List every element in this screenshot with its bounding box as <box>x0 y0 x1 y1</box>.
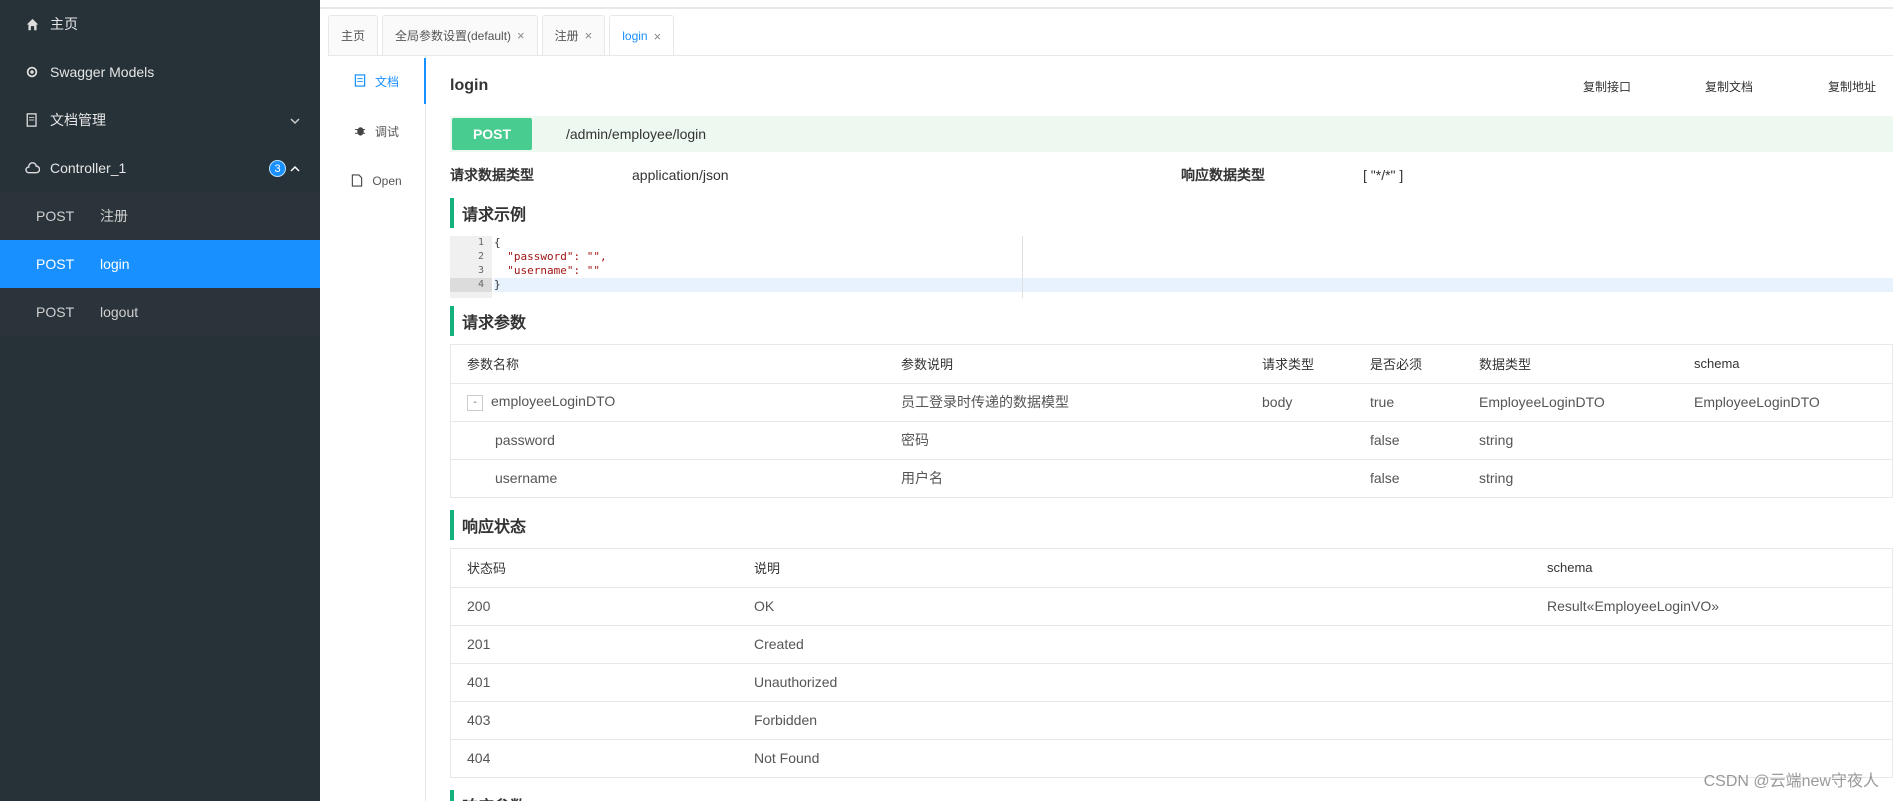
controller-api-list: POST 注册 POST login POST logout <box>0 192 320 336</box>
table-row: 201 Created <box>451 625 1892 664</box>
close-icon[interactable]: × <box>517 28 525 43</box>
method-path-bar: POST /admin/employee/login <box>450 116 1893 152</box>
copy-doc-button[interactable]: 复制文档 <box>1705 78 1753 95</box>
method-badge: POST <box>452 118 532 150</box>
api-name: logout <box>100 304 139 320</box>
sidebar-api-register[interactable]: POST 注册 <box>0 192 320 240</box>
home-icon <box>24 16 40 32</box>
close-icon[interactable]: × <box>654 29 662 44</box>
api-path: /admin/employee/login <box>566 126 707 142</box>
api-method: POST <box>36 304 75 320</box>
response-type-label: 响应数据类型 <box>1181 167 1265 183</box>
subnav-debug[interactable]: 调试 <box>328 106 425 156</box>
copy-address-button[interactable]: 复制地址 <box>1828 78 1876 95</box>
api-title: login <box>450 77 489 94</box>
sidebar-item-swagger-models[interactable]: Swagger Models <box>0 48 320 96</box>
sidebar-item-docs[interactable]: 文档管理 <box>0 96 320 144</box>
tab-login[interactable]: login × <box>609 15 675 56</box>
table-row: 403 Forbidden <box>451 701 1892 740</box>
code-line: "username": "" <box>494 264 600 277</box>
sidebar-item-label: Swagger Models <box>50 64 155 80</box>
tab-global-params[interactable]: 全局参数设置(default) × <box>382 15 538 55</box>
request-type-value: application/json <box>632 167 729 183</box>
sidebar-item-label: Controller_1 <box>50 160 127 176</box>
tab-home[interactable]: 主页 <box>328 15 379 55</box>
subnav-open[interactable]: Open <box>328 156 425 206</box>
table-row: 200 OK Result«EmployeeLoginVO» <box>451 587 1892 626</box>
api-doc-content: login 复制接口 复制文档 复制地址 POST /admin/employe… <box>450 56 1893 801</box>
api-name: 注册 <box>100 208 128 224</box>
request-type-label: 请求数据类型 <box>450 167 534 183</box>
chevron-up-icon <box>290 161 300 177</box>
table-row: 401 Unauthorized <box>451 663 1892 702</box>
watermark: CSDN @云端new守夜人 <box>1703 773 1879 790</box>
section-request-params: 请求参数 <box>450 306 1893 336</box>
document-icon <box>354 74 368 88</box>
sidebar-item-controller[interactable]: Controller_1 3 <box>0 144 320 192</box>
sidebar: 主页 Swagger Models 文档管理 Controller_1 3 PO… <box>0 0 320 801</box>
copy-api-button[interactable]: 复制接口 <box>1583 78 1631 95</box>
sidebar-item-label: 主页 <box>50 16 78 32</box>
gear-icon <box>24 64 40 80</box>
response-status-table: 状态码 说明 schema 200 OK Result«EmployeeLogi… <box>450 548 1893 778</box>
request-example-code[interactable]: 1 2 3 4 { "password": "", "username": ""… <box>450 236 1893 298</box>
cloud-icon <box>24 160 40 176</box>
table-row: username 用户名 false string <box>495 470 1514 487</box>
table-row: - employeeLoginDTO 员工登录时传递的数据模型 body true… <box>451 383 1892 422</box>
code-line: } <box>494 278 1893 292</box>
main-area: 主页 全局参数设置(default) × 注册 × login × 文档 调试 <box>320 0 1893 801</box>
sidebar-item-label: 文档管理 <box>50 112 106 128</box>
chevron-down-icon <box>290 113 300 129</box>
sidebar-item-home[interactable]: 主页 <box>0 0 320 48</box>
tab-register[interactable]: 注册 × <box>541 15 606 55</box>
code-line: { <box>494 236 501 249</box>
sidebar-api-logout[interactable]: POST logout <box>0 288 320 336</box>
tab-bar: 主页 全局参数设置(default) × 注册 × login × <box>328 15 678 56</box>
table-row: 404 Not Found <box>467 750 820 767</box>
close-icon[interactable]: × <box>585 28 593 43</box>
table-row: password 密码 false string <box>451 421 1892 460</box>
response-type-value: [ "*/*" ] <box>1363 167 1404 183</box>
count-badge: 3 <box>269 160 286 177</box>
sidebar-api-login[interactable]: POST login <box>0 240 320 288</box>
api-method: POST <box>36 256 75 272</box>
document-icon <box>24 112 40 128</box>
section-request-example: 请求示例 <box>450 198 1893 228</box>
api-name: login <box>100 256 130 272</box>
subnav-doc[interactable]: 文档 <box>328 56 426 106</box>
collapse-icon[interactable]: - <box>467 394 483 411</box>
file-icon <box>351 174 365 188</box>
bug-icon <box>354 124 368 138</box>
doc-subnav: 文档 调试 Open <box>328 56 426 801</box>
section-response-params: 响应参数 <box>450 790 1893 801</box>
api-method: POST <box>36 208 75 224</box>
code-line: "password": "", <box>494 250 607 263</box>
section-response-status: 响应状态 <box>450 510 1893 540</box>
request-params-table: 参数名称 参数说明 请求类型 是否必须 数据类型 schema - employe… <box>450 344 1893 498</box>
